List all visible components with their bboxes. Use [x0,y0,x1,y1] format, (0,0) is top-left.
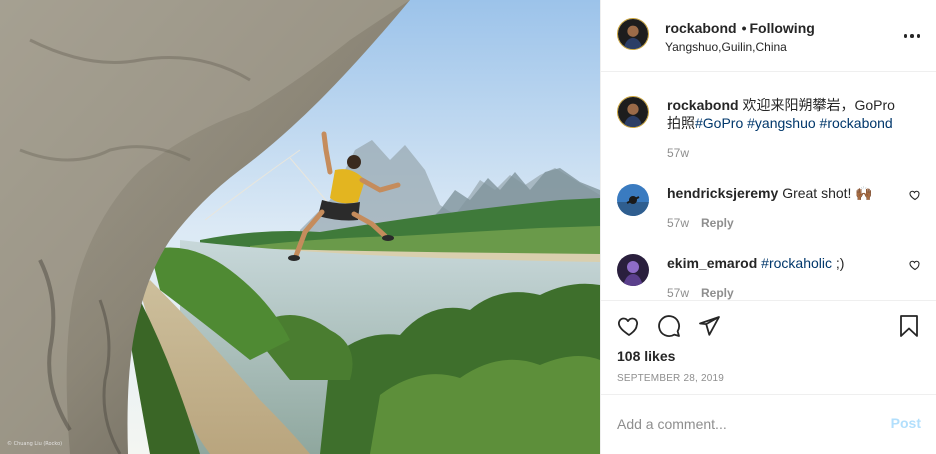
share-icon[interactable] [697,314,721,338]
comment-body: ;) [832,255,845,271]
header-separator: • [741,20,747,36]
add-comment-input[interactable] [617,413,867,435]
following-button[interactable]: Following [749,20,814,36]
reply-button[interactable]: Reply [701,216,734,230]
commenter-avatar[interactable] [617,254,649,286]
comment-username[interactable]: hendricksjeremy [667,185,778,201]
comment-meta: 57w Reply [667,286,734,300]
caption-meta: 57w [667,146,689,160]
post-side-panel: rockabond • Following Yangshuo,Guilin,Chin… [600,0,936,454]
location-link[interactable]: Yangshuo,Guilin,China [665,39,787,55]
comment-meta: 57w Reply [667,216,734,230]
caption-age[interactable]: 57w [667,146,689,160]
heart-icon[interactable] [617,314,641,338]
comment-age[interactable]: 57w [667,216,689,230]
post-photo[interactable]: © Chuang Liu (Rocko) [0,0,600,454]
author-username[interactable]: rockabond [665,20,737,36]
author-avatar[interactable] [617,18,649,50]
comment-text: hendricksjeremy Great shot! 🙌🏾 [667,184,899,202]
climber-photo-image [0,0,600,454]
comment-age[interactable]: 57w [667,286,689,300]
comments-list[interactable]: rockabond 欢迎来阳朔攀岩，GoPro拍照#GoPro #yangshu… [601,72,936,300]
more-options-icon[interactable] [901,26,923,46]
comment-text: ekim_emarod #rockaholic ;) [667,254,899,272]
hashtag-rockabond[interactable]: #rockabond [820,115,893,131]
comment-composer: Post [601,394,936,454]
caption-username[interactable]: rockabond [667,97,739,113]
commenter-avatar[interactable] [617,184,649,216]
reply-button[interactable]: Reply [701,286,734,300]
comment-icon[interactable] [657,314,681,338]
comment-username[interactable]: ekim_emarod [667,255,757,271]
post-date[interactable]: SEPTEMBER 28, 2019 [617,373,724,385]
post-header: rockabond • Following Yangshuo,Guilin,Chin… [601,0,936,72]
hashtag-yangshuo[interactable]: #yangshuo [747,115,816,131]
photo-credit: © Chuang Liu (Rocko) [7,441,63,447]
like-comment-icon[interactable] [909,259,921,271]
post-actions: 108 likes SEPTEMBER 28, 2019 [601,300,936,394]
post-comment-button[interactable]: Post [891,415,921,431]
hashtag-rockaholic[interactable]: #rockaholic [761,255,832,271]
comment-body: Great shot! 🙌🏾 [782,185,873,201]
likes-count[interactable]: 108 likes [617,347,675,365]
like-comment-icon[interactable] [909,189,921,201]
bookmark-icon[interactable] [897,314,921,338]
caption-text: rockabond 欢迎来阳朔攀岩，GoPro拍照#GoPro #yangshu… [667,96,899,132]
hashtag-gopro[interactable]: #GoPro [695,115,743,131]
caption-author-avatar[interactable] [617,96,649,128]
